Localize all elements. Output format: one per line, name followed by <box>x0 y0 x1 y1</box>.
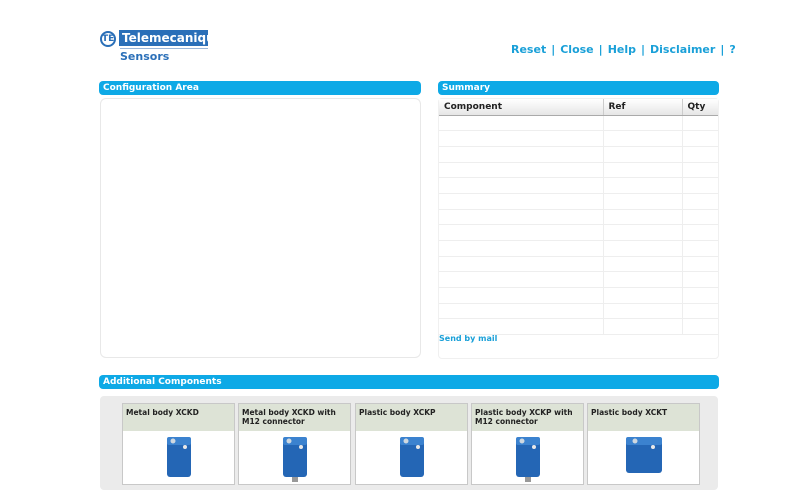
column-qty: Qty <box>682 99 718 116</box>
table-row <box>439 318 718 336</box>
cell-qty <box>682 303 718 320</box>
cell-ref <box>603 130 683 147</box>
component-card-title: Metal body XCKD with M12 connector <box>239 404 350 431</box>
cell-ref <box>603 162 683 179</box>
cell-ref <box>603 177 683 194</box>
reset-link[interactable]: Reset <box>511 43 546 56</box>
logo-brand: Telemecanique <box>119 30 223 46</box>
cell-qty <box>682 115 718 132</box>
cell-component <box>439 162 604 179</box>
cell-qty <box>682 193 718 210</box>
limit-switch-image <box>625 437 662 473</box>
component-card-title: Metal body XCKD <box>123 404 234 431</box>
question-link[interactable]: ? <box>729 43 735 56</box>
table-row <box>439 303 718 320</box>
cell-ref <box>603 318 683 336</box>
cell-component <box>439 115 604 132</box>
cell-ref <box>603 115 683 132</box>
cell-component <box>439 177 604 194</box>
top-nav: Reset | Close | Help | Disclaimer |? <box>511 43 736 56</box>
cell-ref <box>603 224 683 241</box>
disclaimer-link[interactable]: Disclaimer <box>650 43 715 56</box>
cell-component <box>439 209 604 226</box>
component-card-title: Plastic body XCKP with M12 connector <box>472 404 583 431</box>
cell-qty <box>682 224 718 241</box>
cell-qty <box>682 287 718 304</box>
table-row <box>439 224 718 241</box>
cell-ref <box>603 146 683 163</box>
cell-component <box>439 224 604 241</box>
logo-sub: Sensors <box>120 48 208 63</box>
cell-qty <box>682 240 718 257</box>
component-card-title: Plastic body XCKT <box>588 404 699 431</box>
component-card[interactable]: Plastic body XCKT <box>587 403 700 485</box>
table-row <box>439 162 718 179</box>
configuration-area <box>100 98 421 358</box>
limit-switch-image <box>166 437 191 477</box>
help-link[interactable]: Help <box>608 43 636 56</box>
cell-ref <box>603 287 683 304</box>
cell-ref <box>603 303 683 320</box>
cell-qty <box>682 318 718 336</box>
cell-qty <box>682 209 718 226</box>
cell-component <box>439 193 604 210</box>
limit-switch-image <box>399 437 424 477</box>
table-row <box>439 209 718 226</box>
table-row <box>439 146 718 163</box>
cell-ref <box>603 193 683 210</box>
cell-component <box>439 130 604 147</box>
send-by-mail-link[interactable]: Send by mail <box>439 334 497 343</box>
cell-component <box>439 303 604 320</box>
additional-components-header: Additional Components <box>99 375 719 389</box>
cell-component <box>439 256 604 273</box>
close-link[interactable]: Close <box>560 43 593 56</box>
component-card-title: Plastic body XCKP <box>356 404 467 431</box>
cell-ref <box>603 271 683 289</box>
component-card[interactable]: Plastic body XCKP <box>355 403 468 485</box>
table-row <box>439 271 718 289</box>
cell-qty <box>682 177 718 194</box>
limit-switch-image <box>515 437 540 482</box>
logo-emblem-icon: TE <box>100 31 116 47</box>
component-card[interactable]: Plastic body XCKP with M12 connector <box>471 403 584 485</box>
cell-ref <box>603 256 683 273</box>
cell-ref <box>603 240 683 257</box>
column-ref: Ref <box>603 99 683 116</box>
table-row <box>439 256 718 273</box>
limit-switch-image <box>282 437 307 482</box>
component-card[interactable]: Metal body XCKD <box>122 403 235 485</box>
table-row <box>439 115 718 132</box>
cell-qty <box>682 162 718 179</box>
cell-ref <box>603 209 683 226</box>
cell-component <box>439 240 604 257</box>
table-row <box>439 177 718 194</box>
cell-component <box>439 287 604 304</box>
table-row <box>439 287 718 304</box>
column-component: Component <box>439 99 604 116</box>
cell-component <box>439 146 604 163</box>
summary-header: Summary <box>438 81 719 95</box>
component-card[interactable]: Metal body XCKD with M12 connector <box>238 403 351 485</box>
cell-component <box>439 271 604 289</box>
cell-component <box>439 318 604 336</box>
cell-qty <box>682 146 718 163</box>
cell-qty <box>682 271 718 289</box>
cell-qty <box>682 130 718 147</box>
summary-table: Component Ref Qty <box>439 99 718 336</box>
configuration-area-header: Configuration Area <box>99 81 421 95</box>
table-row <box>439 130 718 147</box>
table-row <box>439 193 718 210</box>
table-row <box>439 240 718 257</box>
cell-qty <box>682 256 718 273</box>
